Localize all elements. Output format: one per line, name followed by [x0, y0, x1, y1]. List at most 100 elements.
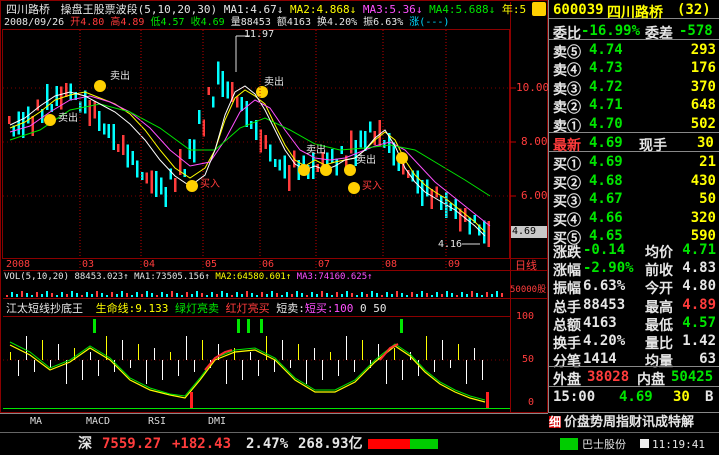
volume-ma3: MA3:74160.625 [296, 272, 368, 282]
indicator-y-tick: 50 [522, 354, 535, 365]
volume-bar [401, 293, 403, 297]
candle [421, 180, 424, 206]
volume-bar [501, 293, 503, 297]
stat-value: -0.14 [583, 242, 626, 258]
tab-rsi[interactable]: RSI [148, 416, 166, 427]
volume-bar [56, 295, 58, 297]
quote-tab-strip[interactable]: 价盘势周指财讯成特解 [564, 416, 694, 429]
stat-row: 涨幅 -2.90% 前收 4.83 [549, 258, 719, 279]
volume-bar [141, 294, 143, 297]
volume-bar [116, 294, 118, 297]
candle [245, 101, 248, 127]
tab-dmi[interactable]: DMI [208, 416, 226, 427]
volume-bar [161, 292, 163, 297]
candle [459, 208, 462, 232]
stat-value: 4.57 [682, 314, 716, 331]
volume-bar [266, 294, 268, 297]
sell-volume: 176 [690, 60, 716, 77]
volume-bar [491, 294, 493, 297]
candle [236, 96, 239, 108]
status-bar: 深 7559.27 +182.43 2.47% 268.93亿 巴士股份 11:… [0, 432, 719, 455]
candle [131, 151, 134, 165]
volume-bar [416, 294, 418, 297]
volume-bar [156, 295, 158, 297]
volume-bar [376, 293, 378, 297]
buy-price: 4.69 [589, 154, 623, 170]
tab-macd[interactable]: MACD [86, 416, 110, 427]
volume-bar [236, 292, 238, 297]
indicator-tick [186, 336, 187, 360]
volume-bar [411, 292, 413, 297]
volume-bar [136, 292, 138, 297]
weicha-value: -578 [679, 23, 713, 39]
candle [107, 124, 110, 138]
candle [79, 101, 82, 113]
buy-row: 买④ 4.66 320 [549, 208, 719, 229]
indicator-tick [354, 360, 355, 372]
quote-panel: 600039 四川路桥 (32) 委比 -16.99% 委差 -578 卖⑤ 4.… [548, 0, 719, 412]
ma1-value: MA1:4.67 [223, 3, 277, 16]
period-label[interactable]: 日线 [515, 260, 537, 271]
volume-bar [441, 294, 443, 297]
volume-bar [206, 295, 208, 297]
sell-volume: 502 [690, 115, 716, 132]
settings-icon[interactable] [532, 2, 546, 16]
indicator-name: 操盘王股票波段 [60, 3, 138, 16]
y-tick-label: 10.00 [516, 81, 550, 94]
volume-bar [296, 291, 298, 297]
stat-value: 4.71 [682, 242, 716, 258]
volume-ma2: MA2:64580.601 [215, 272, 286, 282]
indicator-tick [474, 348, 475, 360]
index-pct: 2.47% [246, 436, 289, 452]
indicator-tick [130, 360, 131, 368]
volume-bar [221, 291, 223, 297]
candle [483, 220, 486, 244]
volume-bar [406, 295, 408, 297]
indicator-bars [10, 336, 483, 384]
volume-bar [371, 291, 373, 297]
indicator-params: (5,10,20,30) [137, 3, 218, 16]
quote-count: (32) [677, 2, 711, 18]
candle [359, 130, 362, 148]
tab-ma[interactable]: MA [30, 416, 42, 427]
volume-bar [26, 293, 28, 297]
quote-stock-name: 四川路桥 [607, 5, 663, 21]
open: 开4.80 [70, 17, 105, 28]
candle [468, 217, 471, 235]
candle [274, 159, 277, 167]
indicator-y-tick: 0 [528, 397, 535, 408]
indicator-tick [218, 344, 219, 360]
candle [98, 111, 101, 131]
buy-row: 买② 4.68 430 [549, 171, 719, 192]
chart-area[interactable] [0, 0, 548, 413]
quote-bottom-tabs[interactable]: 细 价盘势周指财讯成特解 [548, 412, 719, 433]
x-label: 2008 [6, 259, 31, 270]
stat-value: 4.89 [682, 296, 716, 313]
stat-row: 换手 4.20% 量比 1.42 [549, 331, 719, 352]
indicator-tick [18, 360, 19, 376]
stat-value: -2.90% [583, 260, 634, 277]
candle [212, 96, 215, 108]
ticker-name[interactable]: 巴士股份 [582, 439, 626, 450]
volume-bar [111, 292, 113, 297]
stat-row: 振幅 6.63% 今开 4.80 [549, 276, 719, 297]
inner-value: 50425 [671, 369, 714, 385]
buy-price: 4.66 [589, 209, 623, 226]
volume-bar [61, 292, 63, 297]
indicator-tick [362, 340, 363, 360]
candle [454, 199, 457, 219]
volume-bar [201, 293, 203, 297]
volume-bar [261, 292, 263, 297]
indicator-tick [298, 344, 299, 360]
detail-tool-button[interactable]: 细 [549, 416, 562, 428]
volume-bar [251, 293, 253, 297]
sell-label: 卖出 [58, 113, 78, 124]
sell-price: 4.72 [589, 78, 623, 95]
indicator-tick [322, 360, 323, 380]
sell-price: 4.74 [589, 42, 623, 58]
volume-bar [81, 295, 83, 297]
candle [65, 83, 68, 97]
candle [141, 172, 144, 180]
weibi-value: -16.99% [581, 23, 641, 39]
volume-bar [121, 291, 123, 297]
